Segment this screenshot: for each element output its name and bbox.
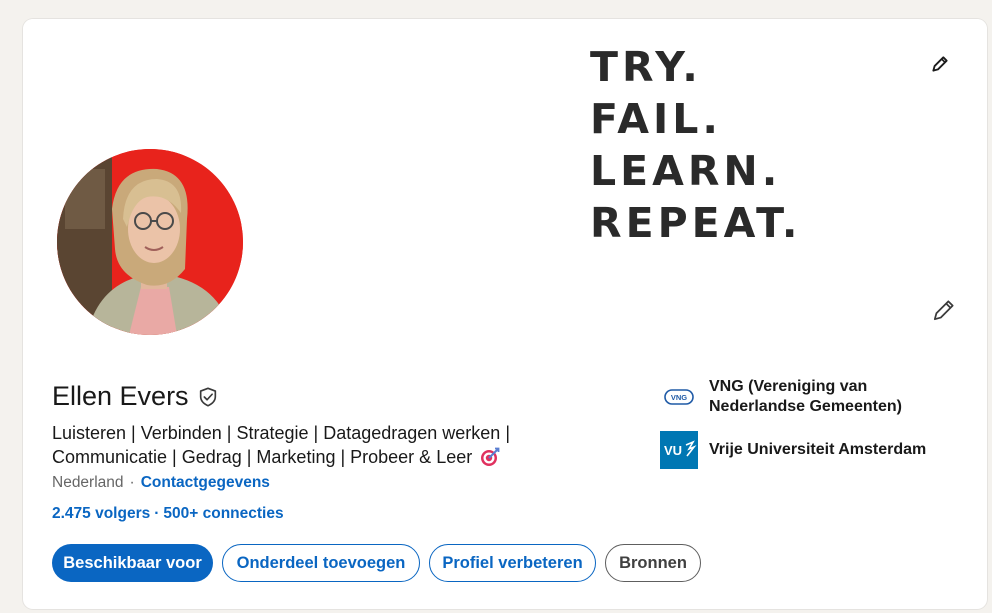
banner-line: REPEAT.: [590, 199, 802, 247]
org-vng[interactable]: VNG VNG (Vereniging van Nederlandse Geme…: [660, 377, 970, 417]
banner-line: FAIL.: [590, 95, 722, 143]
profile-photo: [57, 149, 243, 335]
contact-info-link[interactable]: Contactgegevens: [141, 474, 270, 492]
banner-slogan: TRY. FAIL. LEARN. REPEAT.: [590, 41, 802, 249]
open-to-button[interactable]: Beschikbaar voor: [52, 544, 213, 582]
add-section-button[interactable]: Onderdeel toevoegen: [222, 544, 420, 582]
banner-line: TRY.: [590, 43, 702, 91]
resources-button[interactable]: Bronnen: [605, 544, 701, 582]
network-stats: 2.475 volgers · 500+ connecties: [52, 505, 284, 523]
org-name-line: Nederlandse Gemeenten): [709, 398, 902, 415]
profile-actions: Beschikbaar voor Onderdeel toevoegen Pro…: [52, 544, 701, 582]
org-vu[interactable]: VU Vrije Universiteit Amsterdam: [660, 431, 970, 469]
org-name-line: Vrije Universiteit Amsterdam: [709, 441, 927, 458]
profile-headline: Luisteren | Verbinden | Strategie | Data…: [52, 421, 572, 469]
org-name: VNG (Vereniging van Nederlandse Gemeente…: [709, 377, 902, 417]
target-icon: [481, 447, 500, 466]
vng-logo: VNG: [660, 378, 698, 416]
separator: ·: [154, 505, 160, 522]
vu-logo: VU: [660, 431, 698, 469]
svg-text:VU: VU: [664, 443, 682, 458]
org-name: Vrije Universiteit Amsterdam: [709, 440, 926, 460]
organizations: VNG VNG (Vereniging van Nederlandse Geme…: [660, 377, 970, 483]
name-row: Ellen Evers: [52, 381, 219, 412]
banner-line: LEARN.: [590, 147, 782, 195]
location-text: Nederland: [52, 474, 124, 491]
followers-link[interactable]: 2.475 volgers: [52, 505, 150, 523]
edit-intro-button[interactable]: [927, 293, 961, 327]
headline-line: Luisteren | Verbinden | Strategie | Data…: [52, 423, 510, 443]
enhance-profile-button[interactable]: Profiel verbeteren: [429, 544, 596, 582]
headline-text: Communicatie | Gedrag | Marketing | Prob…: [52, 447, 473, 467]
org-name-line: VNG (Vereniging van: [709, 378, 868, 395]
separator: ·: [129, 474, 135, 491]
connections-link[interactable]: 500+ connecties: [163, 505, 283, 523]
edit-banner-button[interactable]: [927, 51, 953, 77]
pencil-icon: [933, 300, 954, 321]
svg-text:VNG: VNG: [671, 393, 687, 402]
pencil-icon: [932, 56, 948, 72]
avatar[interactable]: [57, 149, 243, 335]
profile-card: TRY. FAIL. LEARN. REPEAT. Ellen Evers Lu…: [23, 19, 987, 609]
shield-check-icon[interactable]: [197, 386, 219, 408]
headline-line: Communicatie | Gedrag | Marketing | Prob…: [52, 445, 572, 469]
location-row: Nederland · Contactgegevens: [52, 474, 270, 492]
profile-name: Ellen Evers: [52, 381, 189, 411]
